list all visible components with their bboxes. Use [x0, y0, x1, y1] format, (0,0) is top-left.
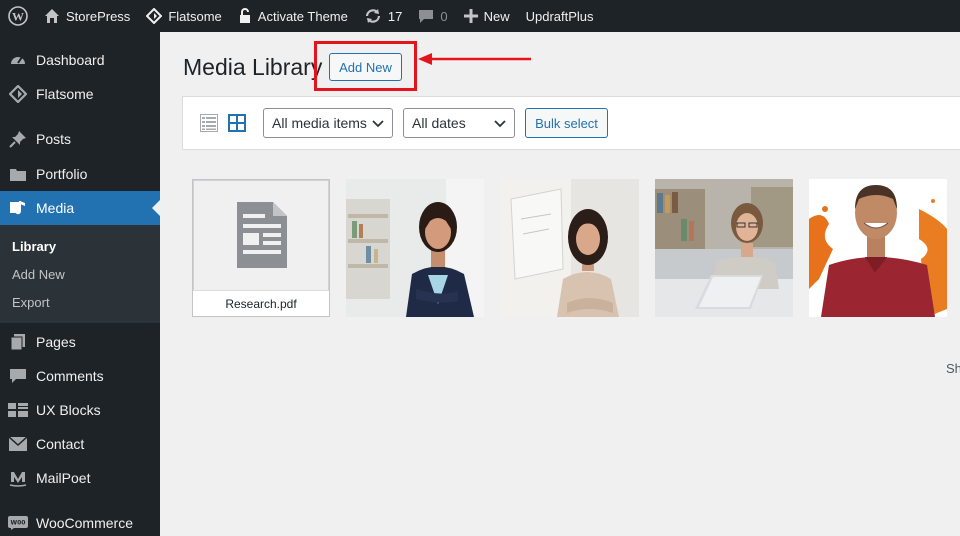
new-content-link[interactable]: New — [456, 0, 518, 32]
sidebar-item-ux-blocks[interactable]: UX Blocks — [0, 393, 160, 427]
flatsome-icon — [8, 84, 28, 104]
sidebar-label-portfolio: Portfolio — [36, 166, 88, 182]
pin-icon — [8, 129, 28, 149]
sidebar-item-flatsome[interactable]: Flatsome — [0, 77, 160, 111]
comment-bubble-icon — [418, 8, 434, 24]
lock-icon — [238, 8, 252, 24]
media-type-filter[interactable]: All media items — [263, 108, 393, 138]
media-item-photo[interactable] — [346, 179, 484, 317]
page-title: Media Library — [183, 54, 323, 80]
date-filter[interactable]: All dates — [403, 108, 515, 138]
sidebar-label-comments: Comments — [36, 368, 104, 384]
sidebar-label-flatsome: Flatsome — [36, 86, 94, 102]
sidebar-label-contact: Contact — [36, 436, 85, 452]
updraftplus-label: UpdraftPlus — [525, 8, 594, 24]
sidebar-label-pages: Pages — [36, 334, 76, 350]
file-name: Research.pdf — [193, 290, 329, 316]
truncated-text: Sh — [946, 361, 960, 376]
chevron-down-icon — [372, 120, 384, 128]
list-view-icon[interactable] — [200, 114, 218, 135]
main-content: Media Library Add New All media items Al… — [160, 32, 960, 536]
grid-view-icon[interactable] — [228, 114, 246, 135]
add-new-button[interactable]: Add New — [329, 53, 402, 81]
submenu-add-new[interactable]: Add New — [0, 260, 160, 288]
activate-theme-label: Activate Theme — [257, 8, 348, 24]
activate-theme-link[interactable]: Activate Theme — [230, 0, 356, 32]
woman-at-whiteboard-photo — [501, 179, 639, 317]
updates-icon — [364, 8, 382, 24]
media-item-pdf[interactable]: Research.pdf — [192, 179, 330, 317]
sidebar-item-media[interactable]: Media — [0, 191, 160, 225]
sidebar-label-mailpoet: MailPoet — [36, 470, 91, 486]
woman-with-laptop-photo — [655, 179, 793, 317]
svg-text:W: W — [12, 10, 24, 24]
admin-sidebar: Dashboard Flatsome Posts Portfolio Media… — [0, 32, 160, 536]
mail-icon — [8, 434, 28, 454]
woman-in-navy-blazer-photo — [346, 179, 484, 317]
bulk-select-button[interactable]: Bulk select — [525, 108, 608, 138]
media-item-photo[interactable] — [501, 179, 639, 317]
flatsome-label: Flatsome — [168, 8, 222, 24]
sidebar-label-dashboard: Dashboard — [36, 52, 105, 68]
submenu-export[interactable]: Export — [0, 288, 160, 316]
media-item-photo[interactable] — [655, 179, 793, 317]
sidebar-item-contact[interactable]: Contact — [0, 427, 160, 461]
submenu-library[interactable]: Library — [0, 232, 160, 260]
new-label: New — [483, 8, 510, 24]
sidebar-item-woocommerce[interactable]: W00 WooCommerce — [0, 506, 160, 536]
sidebar-label-woocommerce: WooCommerce — [36, 515, 133, 531]
admin-bar: W StorePress Flatsome Activate Theme 17 … — [0, 0, 960, 32]
sidebar-item-mailpoet[interactable]: MailPoet — [0, 461, 160, 495]
plus-icon — [463, 9, 478, 23]
sidebar-label-posts: Posts — [36, 131, 72, 147]
sidebar-item-portfolio[interactable]: Portfolio — [0, 157, 160, 191]
updates-count: 17 — [387, 8, 403, 24]
portfolio-icon — [8, 164, 28, 184]
sidebar-label-media: Media — [36, 200, 75, 216]
updates-link[interactable]: 17 — [356, 0, 410, 32]
woo-icon: W00 — [8, 513, 28, 533]
svg-text:W00: W00 — [11, 520, 26, 527]
home-icon — [44, 8, 60, 24]
pages-icon — [8, 332, 28, 352]
media-item-photo[interactable] — [809, 179, 947, 317]
ux-blocks-icon — [8, 400, 28, 420]
site-name-label: StorePress — [66, 8, 131, 24]
flatsome-link[interactable]: Flatsome — [138, 0, 229, 32]
sidebar-label-ux-blocks: UX Blocks — [36, 402, 101, 418]
media-icon — [8, 198, 28, 218]
flatsome-icon — [146, 8, 163, 24]
dashboard-icon — [8, 50, 28, 70]
updraftplus-link[interactable]: UpdraftPlus — [518, 0, 602, 32]
annotation-arrow-icon — [418, 53, 531, 65]
sidebar-item-comments[interactable]: Comments — [0, 359, 160, 393]
comments-count: 0 — [440, 8, 448, 24]
man-in-red-polo-photo — [809, 179, 947, 317]
date-filter-value: All dates — [412, 115, 466, 131]
sidebar-item-pages[interactable]: Pages — [0, 325, 160, 359]
wordpress-logo-icon[interactable]: W — [0, 0, 36, 32]
mailpoet-icon — [8, 468, 28, 488]
site-name-link[interactable]: StorePress — [36, 0, 138, 32]
comments-icon — [8, 366, 28, 386]
document-icon — [237, 202, 287, 268]
media-type-filter-value: All media items — [272, 115, 367, 131]
media-toolbar: All media items All dates Bulk select — [182, 96, 960, 150]
sidebar-item-dashboard[interactable]: Dashboard — [0, 43, 160, 77]
media-submenu: Library Add New Export — [0, 225, 160, 323]
chevron-down-icon — [494, 120, 506, 128]
comments-link[interactable]: 0 — [410, 0, 455, 32]
sidebar-item-posts[interactable]: Posts — [0, 122, 160, 156]
